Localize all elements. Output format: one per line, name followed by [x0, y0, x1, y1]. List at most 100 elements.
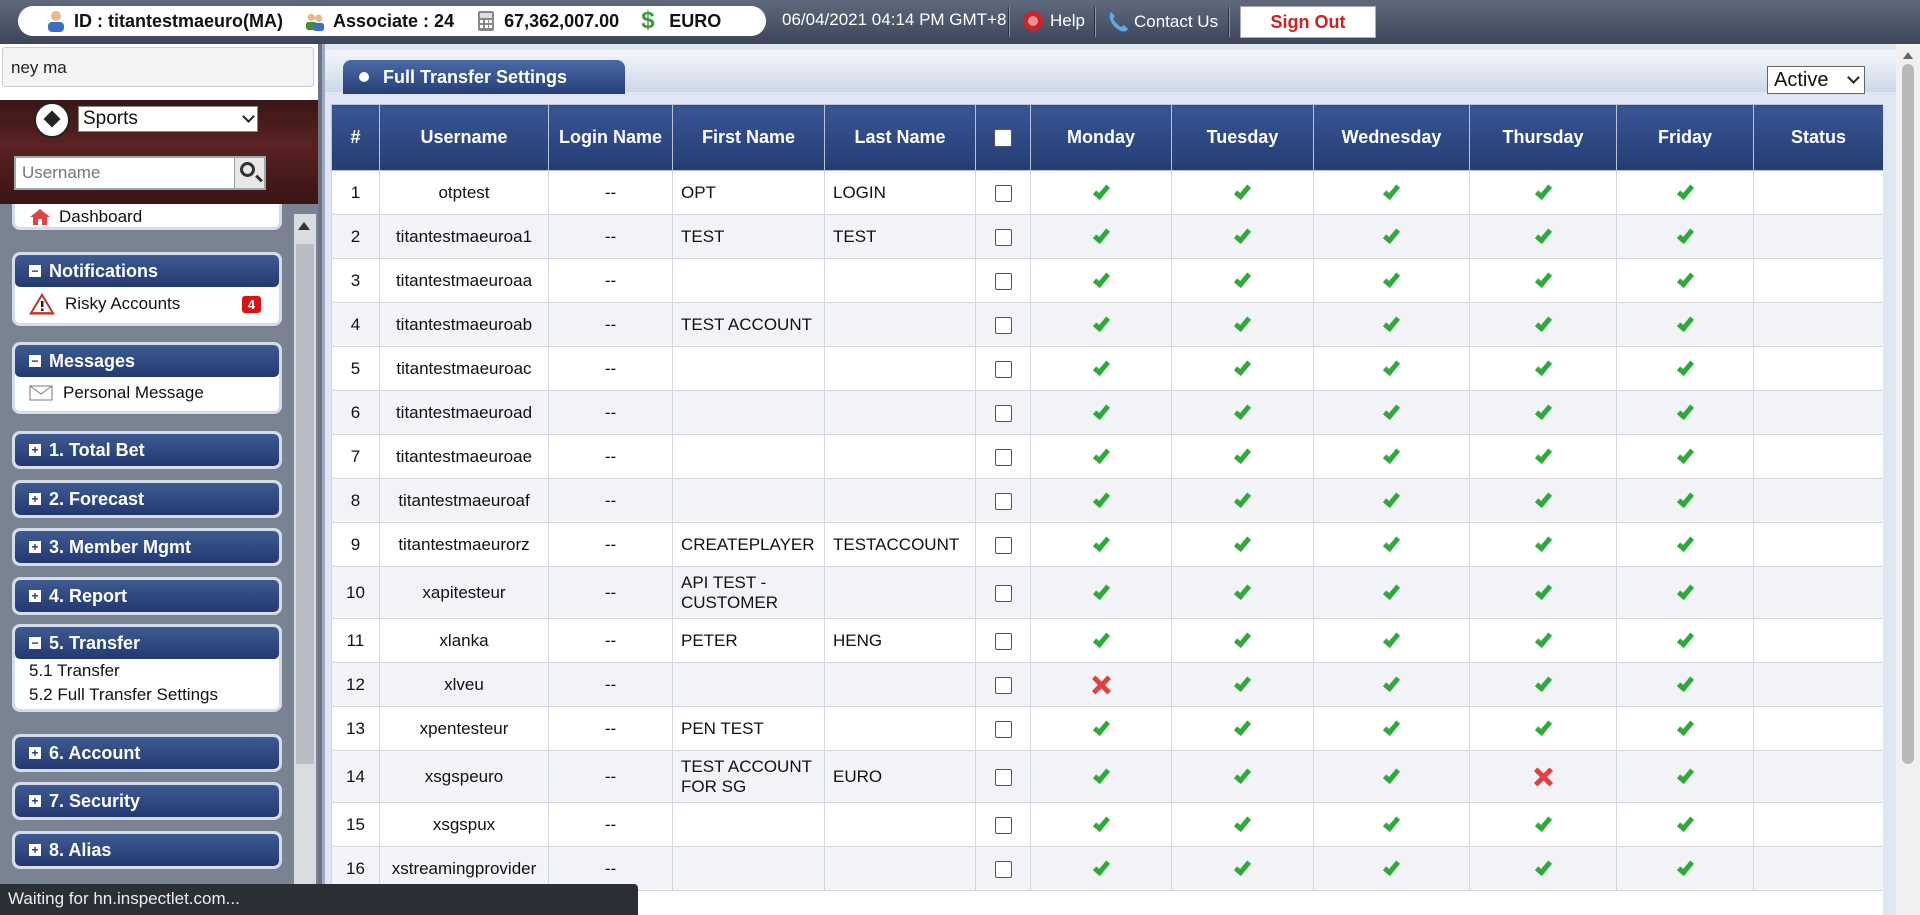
row-checkbox[interactable] [994, 360, 1012, 378]
checkmark-icon[interactable] [1092, 813, 1110, 833]
row-friday[interactable] [1616, 566, 1754, 619]
row-wednesday[interactable] [1313, 258, 1470, 303]
row-friday[interactable] [1616, 434, 1754, 479]
scroll-up-icon[interactable] [298, 222, 310, 230]
checkmark-icon[interactable] [1534, 717, 1552, 737]
row-wednesday[interactable] [1313, 846, 1470, 891]
row-thursday[interactable] [1469, 390, 1617, 435]
checkmark-icon[interactable] [1676, 357, 1694, 377]
checkmark-icon[interactable] [1092, 445, 1110, 465]
checkmark-icon[interactable] [1676, 857, 1694, 877]
report-header[interactable]: +4. Report [15, 580, 279, 612]
checkmark-icon[interactable] [1092, 533, 1110, 553]
row-checkbox[interactable] [994, 316, 1012, 334]
checkmark-icon[interactable] [1382, 765, 1401, 785]
checkmark-icon[interactable] [1233, 401, 1252, 421]
help-link[interactable]: Help [1022, 10, 1085, 32]
row-monday[interactable] [1030, 346, 1172, 391]
checkmark-icon[interactable] [1233, 581, 1252, 601]
row-wednesday[interactable] [1313, 214, 1470, 259]
associate-count[interactable]: Associate : 24 [305, 10, 454, 32]
row-wednesday[interactable] [1313, 346, 1470, 391]
row-monday[interactable] [1030, 846, 1172, 891]
sign-out-button[interactable]: Sign Out [1240, 6, 1376, 38]
checkmark-icon[interactable] [1534, 357, 1552, 377]
checkmark-icon[interactable] [1676, 629, 1694, 649]
full-transfer-settings-link[interactable]: 5.2 Full Transfer Settings [15, 683, 279, 707]
checkmark-icon[interactable] [1382, 225, 1401, 245]
checkmark-icon[interactable] [1092, 401, 1110, 421]
checkmark-icon[interactable] [1092, 717, 1110, 737]
checkmark-icon[interactable] [1382, 313, 1401, 333]
checkmark-icon[interactable] [1092, 857, 1110, 877]
checkmark-icon[interactable] [1534, 401, 1552, 421]
row-tuesday[interactable] [1171, 346, 1314, 391]
row-wednesday[interactable] [1313, 662, 1470, 707]
row-checkbox[interactable] [994, 448, 1012, 466]
checkmark-icon[interactable] [1534, 629, 1552, 649]
row-wednesday[interactable] [1313, 802, 1470, 847]
checkmark-icon[interactable] [1676, 401, 1694, 421]
row-monday[interactable] [1030, 802, 1172, 847]
checkmark-icon[interactable] [1092, 181, 1110, 201]
row-wednesday[interactable] [1313, 390, 1470, 435]
risky-accounts-link[interactable]: Risky Accounts 4 [15, 287, 279, 321]
row-checkbox[interactable] [994, 272, 1012, 290]
username-input[interactable] [16, 158, 234, 188]
cross-icon[interactable] [1091, 675, 1111, 695]
row-tuesday[interactable] [1171, 566, 1314, 619]
checkmark-icon[interactable] [1092, 225, 1110, 245]
row-monday[interactable] [1030, 302, 1172, 347]
status-filter-select[interactable]: Active [1767, 66, 1865, 94]
row-thursday[interactable] [1469, 662, 1617, 707]
row-checkbox[interactable] [994, 632, 1012, 650]
row-checkbox[interactable] [994, 404, 1012, 422]
checkmark-icon[interactable] [1382, 357, 1401, 377]
checkmark-icon[interactable] [1233, 357, 1252, 377]
checkmark-icon[interactable] [1092, 629, 1110, 649]
row-monday[interactable] [1030, 434, 1172, 479]
checkmark-icon[interactable] [1676, 489, 1694, 509]
row-monday[interactable] [1030, 170, 1172, 215]
row-thursday[interactable] [1469, 434, 1617, 479]
checkmark-icon[interactable] [1676, 181, 1694, 201]
row-wednesday[interactable] [1313, 302, 1470, 347]
checkmark-icon[interactable] [1676, 673, 1694, 693]
row-tuesday[interactable] [1171, 258, 1314, 303]
checkmark-icon[interactable] [1382, 581, 1401, 601]
row-monday[interactable] [1030, 478, 1172, 523]
page-scrollbar[interactable] [1896, 44, 1920, 915]
row-monday[interactable] [1030, 390, 1172, 435]
row-checkbox[interactable] [994, 492, 1012, 510]
col-username[interactable]: Username [379, 104, 549, 171]
row-friday[interactable] [1616, 802, 1754, 847]
row-monday[interactable] [1030, 618, 1172, 663]
checkmark-icon[interactable] [1382, 673, 1401, 693]
col-first-name[interactable]: First Name [672, 104, 825, 171]
checkmark-icon[interactable] [1676, 581, 1694, 601]
row-checkbox[interactable] [994, 860, 1012, 878]
checkmark-icon[interactable] [1233, 717, 1252, 737]
row-tuesday[interactable] [1171, 478, 1314, 523]
row-checkbox[interactable] [994, 584, 1012, 602]
checkmark-icon[interactable] [1092, 765, 1110, 785]
checkmark-icon[interactable] [1233, 489, 1252, 509]
row-tuesday[interactable] [1171, 750, 1314, 803]
row-tuesday[interactable] [1171, 706, 1314, 751]
checkmark-icon[interactable] [1382, 445, 1401, 465]
global-search-field[interactable]: ney ma [2, 47, 314, 87]
row-friday[interactable] [1616, 390, 1754, 435]
checkmark-icon[interactable] [1676, 813, 1694, 833]
checkmark-icon[interactable] [1382, 533, 1401, 553]
checkmark-icon[interactable] [1233, 225, 1252, 245]
personal-message-link[interactable]: Personal Message [15, 377, 279, 409]
checkmark-icon[interactable] [1233, 269, 1252, 289]
row-thursday[interactable] [1469, 346, 1617, 391]
select-all-checkbox[interactable] [994, 129, 1012, 148]
row-checkbox[interactable] [994, 536, 1012, 554]
row-tuesday[interactable] [1171, 390, 1314, 435]
row-checkbox[interactable] [994, 816, 1012, 834]
checkmark-icon[interactable] [1382, 857, 1401, 877]
row-friday[interactable] [1616, 706, 1754, 751]
scrollbar-thumb[interactable] [1902, 64, 1914, 764]
